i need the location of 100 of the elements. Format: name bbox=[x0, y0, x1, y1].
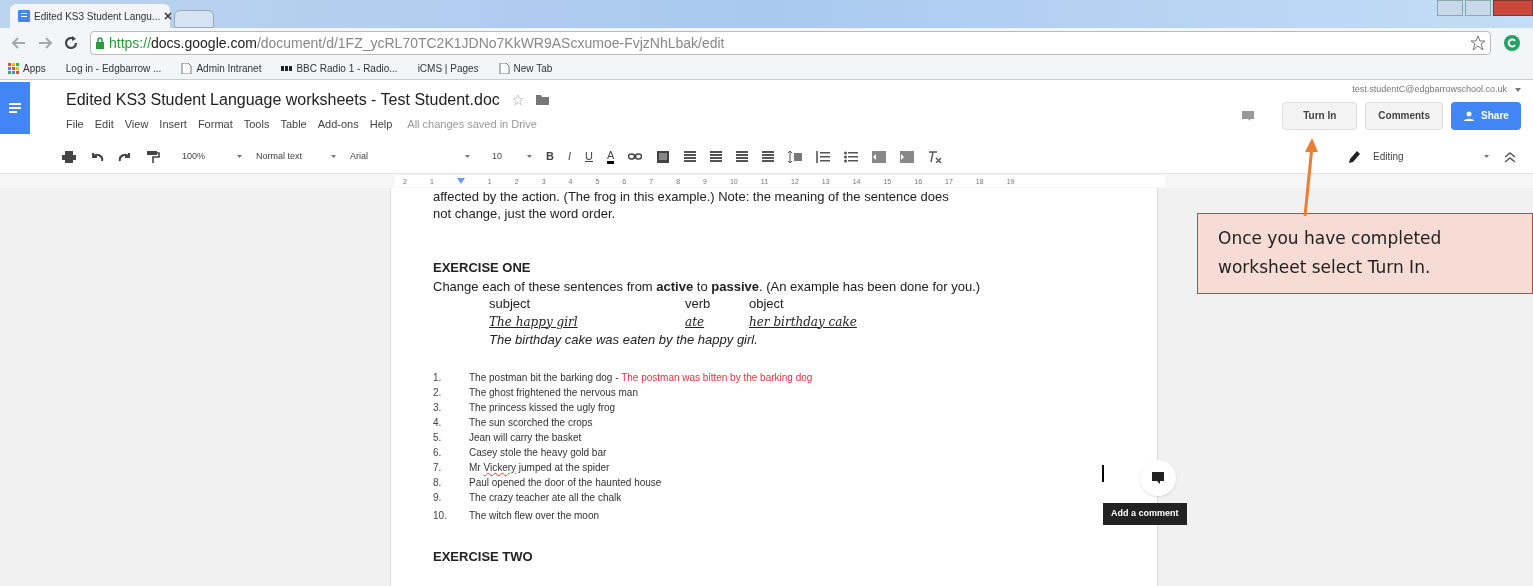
star-icon[interactable] bbox=[1470, 35, 1486, 51]
instruction-text: Change each of these sentences from active to passive. (An example has been done for you.) bbox=[433, 277, 982, 295]
document-icon bbox=[18, 10, 30, 22]
list-number: 10. bbox=[433, 508, 448, 523]
star-icon[interactable] bbox=[511, 93, 524, 106]
bookmark-link[interactable]: iCMS | Pages bbox=[417, 61, 479, 76]
link-icon[interactable] bbox=[628, 150, 643, 163]
address-field[interactable]: https://docs.google.com/document/d/1FZ_ycRL70TC2K1JDNo7KkWR9AScxumoe-FvjzNhLbak/edit bbox=[90, 31, 1491, 55]
text-color-button[interactable]: A bbox=[606, 149, 615, 164]
tab-title: Edited KS3 Student Langu... bbox=[34, 9, 161, 24]
align-left-icon[interactable] bbox=[684, 150, 697, 163]
list-number: 6. bbox=[433, 445, 443, 460]
document-title[interactable]: Edited KS3 Student Language worksheets - Test Student.doc bbox=[66, 87, 500, 112]
list-item-text: The crazy teacher ate all the chalk bbox=[469, 490, 622, 505]
caret-icon bbox=[465, 155, 470, 158]
example-sentence: The birthday cake was eaten by the happy girl. bbox=[489, 330, 759, 348]
column-label: verb bbox=[685, 294, 712, 313]
extension-icon[interactable] bbox=[1503, 34, 1521, 52]
list-item-text: Mr Vickery jumped at the spider bbox=[469, 460, 610, 475]
column-label: subject bbox=[489, 294, 532, 313]
bold-button[interactable]: B bbox=[546, 148, 554, 165]
caret-icon bbox=[237, 155, 242, 158]
body-text: not change, just the word order. bbox=[433, 205, 617, 222]
list-number: 9. bbox=[433, 490, 443, 505]
column-label: object bbox=[749, 294, 785, 313]
handwritten-text: The happy girl bbox=[489, 313, 579, 331]
list-item-text: The witch flew over the moon bbox=[469, 508, 600, 523]
callout-text: Once you have completed worksheet select Turn In. bbox=[1197, 213, 1533, 294]
save-status: All changes saved in Drive bbox=[407, 116, 537, 132]
align-right-icon[interactable] bbox=[736, 150, 749, 163]
menu-item[interactable]: Insert bbox=[159, 115, 187, 133]
browser-tab[interactable]: Edited KS3 Student Langu... bbox=[10, 4, 170, 28]
line-spacing-icon[interactable] bbox=[788, 150, 803, 163]
section-heading: EXERCISE ONE bbox=[433, 259, 532, 277]
print-icon[interactable] bbox=[62, 150, 76, 163]
share-button[interactable]: Share bbox=[1451, 101, 1521, 130]
bookmark-link[interactable]: Apps bbox=[23, 61, 46, 76]
account-email[interactable]: test.studentC@edgbarrowschool.co.uk bbox=[1352, 83, 1507, 97]
docs-logo[interactable] bbox=[0, 82, 30, 134]
clear-formatting-icon[interactable] bbox=[928, 150, 943, 163]
folder-icon[interactable] bbox=[535, 94, 549, 106]
bookmark-link[interactable]: BBC Radio 1 - Radio... bbox=[296, 61, 398, 76]
tooltip: Add a comment bbox=[1103, 503, 1187, 525]
menu-item[interactable]: Tools bbox=[243, 115, 270, 133]
list-number: 1. bbox=[433, 370, 443, 385]
list-item-text: The princess kissed the ugly frog bbox=[469, 400, 616, 415]
collapse-icon[interactable] bbox=[1503, 150, 1517, 163]
menu-item[interactable]: Edit bbox=[94, 115, 114, 133]
caret-icon bbox=[331, 155, 336, 158]
bookmark-link[interactable]: New Tab bbox=[513, 61, 553, 76]
add-comment-button[interactable] bbox=[1140, 460, 1176, 496]
justify-icon[interactable] bbox=[762, 150, 775, 163]
blocks-icon bbox=[281, 63, 293, 74]
caret-icon[interactable] bbox=[1515, 87, 1521, 92]
page-icon bbox=[498, 63, 510, 74]
bookmark-link[interactable]: Log in - Edgbarrow ... bbox=[65, 61, 162, 76]
align-center-icon[interactable] bbox=[710, 150, 723, 163]
image-icon[interactable] bbox=[656, 150, 671, 163]
zoom-dropdown[interactable]: 100% bbox=[182, 149, 242, 164]
numbered-list-icon[interactable] bbox=[816, 150, 831, 163]
list-item-text: The postman bit the barking dog - The postman was bitten by the barking dog bbox=[469, 370, 813, 385]
menu-item[interactable]: Table bbox=[280, 115, 307, 133]
paint-roller-icon[interactable] bbox=[146, 150, 160, 163]
list-number: 2. bbox=[433, 385, 443, 400]
comments-button[interactable]: Comments bbox=[1365, 101, 1443, 130]
lock-icon bbox=[95, 37, 105, 49]
undo-icon[interactable] bbox=[90, 150, 104, 163]
handwritten-text: her birthday cake bbox=[749, 313, 858, 331]
list-item-text: The ghost frightened the nervous man bbox=[469, 385, 638, 400]
apps-icon bbox=[8, 63, 19, 74]
menu-item[interactable]: Help bbox=[369, 115, 393, 133]
decrease-indent-icon[interactable] bbox=[872, 150, 887, 163]
bulleted-list-icon[interactable] bbox=[844, 150, 859, 163]
menu-item[interactable]: Format bbox=[197, 115, 233, 133]
menu-item[interactable]: File bbox=[66, 115, 84, 133]
list-number: 5. bbox=[433, 430, 443, 445]
section-heading: EXERCISE TWO bbox=[433, 547, 534, 566]
font-dropdown[interactable]: Arial bbox=[350, 149, 470, 164]
bookmark-link[interactable]: Admin Intranet bbox=[196, 61, 262, 76]
menu-item[interactable]: Add-ons bbox=[317, 115, 359, 133]
menu-item[interactable]: View bbox=[124, 115, 149, 133]
comment-icon[interactable] bbox=[1242, 110, 1255, 121]
close-icon[interactable] bbox=[164, 12, 173, 20]
body-text: affected by the action. (The frog in this example.) Note: the meaning of the sentence does bbox=[433, 188, 950, 205]
underline-button[interactable]: U bbox=[585, 148, 593, 165]
pencil-icon bbox=[1349, 150, 1361, 163]
list-number: 7. bbox=[433, 460, 443, 475]
indent-marker-icon bbox=[456, 178, 465, 184]
reload-icon[interactable] bbox=[64, 36, 78, 50]
style-dropdown[interactable]: Normal text bbox=[256, 149, 336, 164]
handwritten-text: ate bbox=[685, 313, 706, 331]
turn-in-button[interactable]: Turn In bbox=[1282, 101, 1358, 130]
italic-button[interactable]: I bbox=[567, 148, 571, 165]
caret-icon bbox=[1484, 155, 1489, 158]
list-number: 3. bbox=[433, 400, 443, 415]
font-size-dropdown[interactable]: 10 bbox=[492, 149, 532, 164]
increase-indent-icon[interactable] bbox=[900, 150, 915, 163]
editing-mode-dropdown[interactable]: Editing bbox=[1349, 149, 1489, 164]
redo-icon[interactable] bbox=[118, 150, 132, 163]
list-item-text: Paul opened the door of the haunted house bbox=[469, 475, 662, 490]
